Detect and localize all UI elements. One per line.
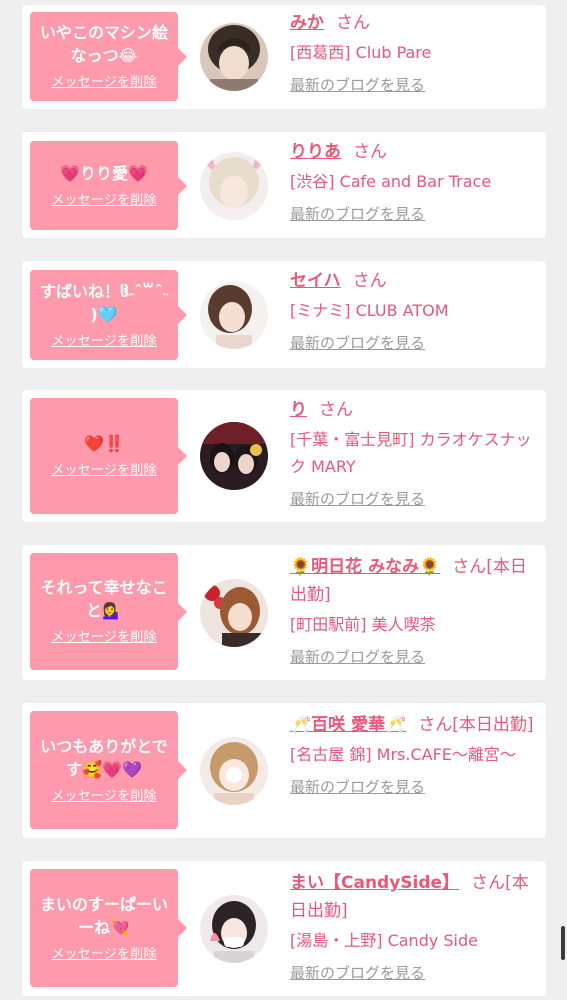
honorific-label: さん: [471, 873, 506, 893]
sender-info: まい【CandySide】 さん[本日出勤] [湯島・上野] Candy Side…: [290, 869, 540, 983]
message-bubble: いつもありがとです🥰💗💜 メッセージを削除: [30, 711, 187, 829]
message-text: すばいね！ჱ̒˶ˆ꒳ˆ˵ )🩵: [39, 281, 169, 324]
avatar-photo: [200, 579, 268, 647]
sender-name-link[interactable]: みか: [290, 13, 324, 33]
view-blog-link[interactable]: 最新のブログを見る: [290, 962, 425, 983]
avatar[interactable]: [200, 152, 268, 220]
scrollbar[interactable]: [561, 926, 565, 960]
view-blog-link[interactable]: 最新のブログを見る: [290, 776, 425, 797]
shop-label: [西葛西] Club Pare: [290, 43, 432, 62]
message-bubble: それって幸せなこと💁‍♀️ メッセージを削除: [30, 553, 187, 670]
message-text: いやこのマシン絵なっつ😂: [39, 23, 168, 65]
view-blog-link[interactable]: 最新のブログを見る: [290, 203, 425, 224]
avatar-photo: [200, 737, 268, 805]
message-card: いつもありがとです🥰💗💜 メッセージを削除 🥂百咲 愛華🥂 さん[本日出勤] [名…: [22, 703, 546, 838]
message-bubble: 💗りり愛💗 メッセージを削除: [30, 141, 187, 230]
honorific-label: さん: [418, 715, 453, 735]
shop-label: [ミナミ] CLUB ATOM: [290, 301, 449, 320]
avatar[interactable]: [200, 422, 268, 490]
avatar-photo: [200, 422, 268, 490]
message-text: まいのすーぱーいーね💘: [39, 894, 168, 937]
avatar[interactable]: [200, 737, 268, 805]
avatar-photo: [200, 895, 268, 963]
sender-name-link[interactable]: 🌻明日花 みなみ🌻: [290, 557, 440, 577]
message-bubble: すばいね！ჱ̒˶ˆ꒳ˆ˵ )🩵 メッセージを削除: [30, 270, 187, 360]
avatar-photo: [200, 152, 268, 220]
delete-message-link[interactable]: メッセージを削除: [51, 943, 156, 962]
message-text: それって幸せなこと💁‍♀️: [40, 578, 168, 620]
sender-info: 🥂百咲 愛華🥂 さん[本日出勤] [名古屋 錦] Mrs.CAFE～離宮～ 最新の…: [290, 711, 540, 797]
message-card: いやこのマシン絵なっつ😂 メッセージを削除 みか さん [西葛西] Club Pa…: [22, 5, 546, 109]
sender-info: セイハ さん [ミナミ] CLUB ATOM 最新のブログを見る: [290, 267, 540, 353]
sender-name-link[interactable]: りりあ: [290, 142, 341, 162]
honorific-label: さん: [352, 271, 387, 291]
message-card: 💗りり愛💗 メッセージを削除 りりあ さん [渋谷] Cafe and Bar T…: [22, 132, 546, 238]
avatar[interactable]: [200, 281, 268, 349]
shop-label: [町田駅前] 美人喫茶: [290, 615, 436, 634]
message-bubble: いやこのマシン絵なっつ😂 メッセージを削除: [30, 12, 187, 101]
sender-name-link[interactable]: まい【CandySide】: [290, 873, 459, 893]
avatar[interactable]: [200, 579, 268, 647]
message-card: すばいね！ჱ̒˶ˆ꒳ˆ˵ )🩵 メッセージを削除 セイハ さん [ミナミ] CLU…: [22, 261, 546, 368]
sender-info: りさん [千葉・富士見町] カラオケスナック MARY 最新のブログを見る: [290, 396, 540, 509]
message-card: まいのすーぱーいーね💘 メッセージを削除 まい【CandySide】 さん[本日出…: [22, 861, 546, 996]
sender-info: みか さん [西葛西] Club Pare 最新のブログを見る: [290, 9, 540, 95]
view-blog-link[interactable]: 最新のブログを見る: [290, 488, 425, 509]
view-blog-link[interactable]: 最新のブログを見る: [290, 74, 425, 95]
shop-label: [名古屋 錦] Mrs.CAFE～離宮～: [290, 745, 516, 764]
message-card: それって幸せなこと💁‍♀️ メッセージを削除 🌻明日花 みなみ🌻 さん[本日出勤]…: [22, 545, 546, 680]
avatar-photo: [200, 23, 268, 91]
sender-name-link[interactable]: り: [290, 400, 307, 420]
honorific-label: さん: [452, 557, 487, 577]
shop-label: [千葉・富士見町] カラオケスナック MARY: [290, 430, 532, 476]
shop-label: [湯島・上野] Candy Side: [290, 931, 479, 950]
message-bubble: ❤️‼️ メッセージを削除: [30, 398, 187, 514]
delete-message-link[interactable]: メッセージを削除: [51, 71, 156, 90]
delete-message-link[interactable]: メッセージを削除: [51, 330, 156, 349]
message-text: ❤️‼️: [84, 434, 124, 453]
sender-name-link[interactable]: セイハ: [290, 271, 341, 291]
message-bubble: まいのすーぱーいーね💘 メッセージを削除: [30, 869, 187, 987]
shop-label: [渋谷] Cafe and Bar Trace: [290, 172, 492, 191]
delete-message-link[interactable]: メッセージを削除: [51, 459, 156, 478]
message-text: 💗りり愛💗: [60, 163, 148, 183]
sender-info: 🌻明日花 みなみ🌻 さん[本日出勤] [町田駅前] 美人喫茶 最新のブログを見る: [290, 553, 540, 667]
avatar[interactable]: [200, 895, 268, 963]
delete-message-link[interactable]: メッセージを削除: [51, 189, 156, 208]
delete-message-link[interactable]: メッセージを削除: [51, 626, 156, 645]
delete-message-link[interactable]: メッセージを削除: [51, 785, 156, 804]
honorific-label: さん: [336, 13, 370, 33]
avatar[interactable]: [200, 23, 268, 91]
sender-name-link[interactable]: 🥂百咲 愛華🥂: [290, 715, 406, 735]
message-card: ❤️‼️ メッセージを削除 りさん [千葉・富士見町] カラオケスナック MAR…: [22, 390, 546, 522]
honorific-label: さん: [319, 400, 353, 420]
message-text: いつもありがとです🥰💗💜: [40, 736, 168, 779]
status-suffix: [本日出勤]: [452, 715, 534, 735]
honorific-label: さん: [353, 142, 387, 162]
view-blog-link[interactable]: 最新のブログを見る: [290, 646, 425, 667]
sender-info: りりあ さん [渋谷] Cafe and Bar Trace 最新のブログを見る: [290, 138, 540, 224]
avatar-photo: [200, 281, 268, 349]
view-blog-link[interactable]: 最新のブログを見る: [290, 332, 425, 353]
